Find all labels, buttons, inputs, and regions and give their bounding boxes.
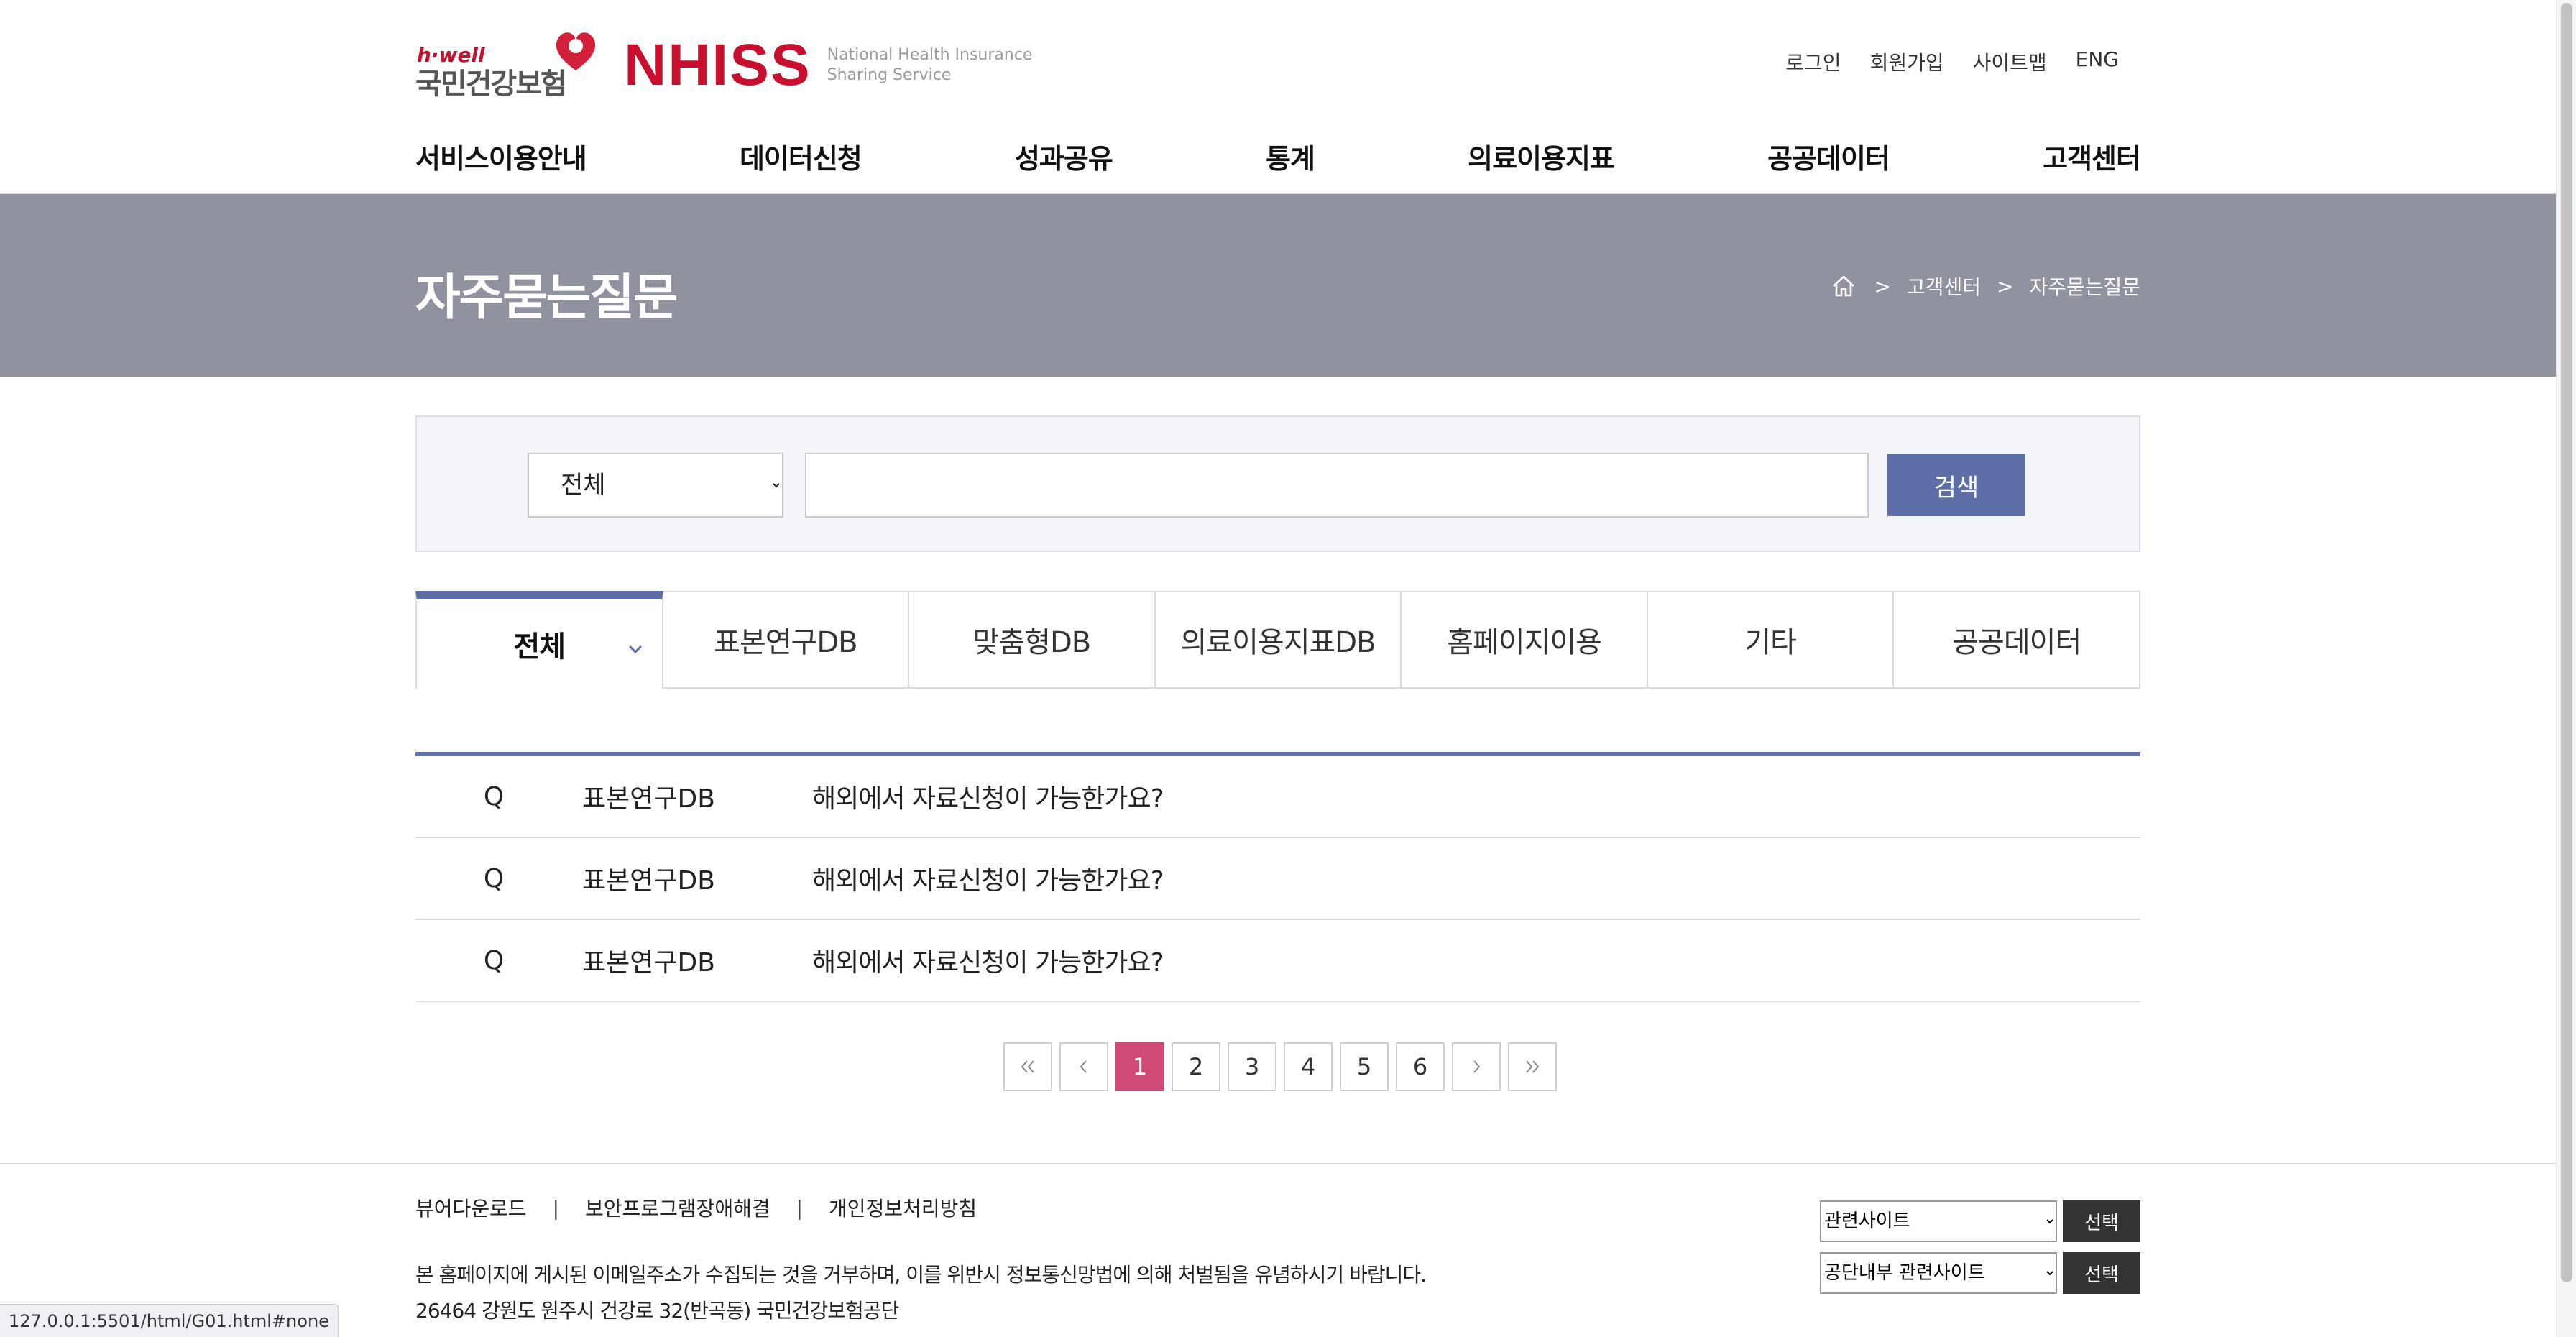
tab-medical-indicator-db[interactable]: 의료이용지표DB — [1155, 591, 1402, 689]
breadcrumb-separator: > — [1874, 274, 1891, 298]
related-sites-go-button[interactable]: 선택 — [2063, 1200, 2140, 1242]
heart-icon — [556, 32, 596, 70]
tab-public-data[interactable]: 공공데이터 — [1894, 591, 2141, 689]
faq-category: 표본연구DB — [582, 866, 715, 896]
faq-category: 표본연구DB — [582, 784, 715, 814]
page: h·well 국민건강보험 NHISS National Health Insu… — [0, 0, 2576, 1337]
logo-sub-line2: Sharing Service — [827, 66, 952, 84]
breadcrumb-customer-center[interactable]: 고객센터 — [1907, 272, 1981, 300]
site-logo[interactable]: h·well 국민건강보험 NHISS National Health Insu… — [415, 26, 1032, 105]
sitemap-link[interactable]: 사이트맵 — [1973, 47, 2047, 76]
search-box: 전체 검색 — [415, 415, 2140, 552]
hwell-logo: h·well 국민건강보험 — [415, 26, 602, 105]
faq-category-tabs: 전체 표본연구DB 맞춤형DB 의료이용지표DB 홈페이지이용 기타 공공데이터 — [415, 591, 2141, 689]
tab-all[interactable]: 전체 — [415, 591, 663, 689]
faq-row[interactable]: Q 표본연구DB 해외에서 자료신청이 가능한가요? — [415, 920, 2140, 1002]
chevron-right-icon — [1473, 1060, 1481, 1073]
english-link[interactable]: ENG — [2076, 47, 2119, 76]
main-nav: 서비스이용안내 데이터신청 성과공유 통계 의료이용지표 공공데이터 고객센터 — [415, 137, 2141, 176]
tab-sample-research-db[interactable]: 표본연구DB — [663, 591, 910, 689]
nhiss-logo-text: NHISS — [624, 32, 811, 98]
site-footer: 뷰어다운로드 | 보안프로그램장애해결 | 개인정보처리방침 본 홈페이지에 게… — [0, 1163, 2556, 1337]
home-icon[interactable] — [1829, 272, 1858, 300]
signup-link[interactable]: 회원가입 — [1870, 47, 1944, 76]
faq-q-mark: Q — [483, 781, 505, 812]
faq-question[interactable]: 해외에서 자료신청이 가능한가요? — [812, 778, 2140, 815]
page-button-1[interactable]: 1 — [1116, 1042, 1164, 1091]
faq-list: Q 표본연구DB 해외에서 자료신청이 가능한가요? Q 표본연구DB 해외에서… — [415, 752, 2140, 1002]
security-program-help-link[interactable]: 보안프로그램장애해결 — [585, 1193, 770, 1222]
search-category-select[interactable]: 전체 — [528, 453, 783, 518]
status-bar-url: 127.0.0.1:5501/html/G01.html#none — [0, 1304, 339, 1337]
page-button-4[interactable]: 4 — [1284, 1042, 1333, 1091]
pagination: 1 2 3 4 5 6 — [1003, 1042, 1557, 1091]
last-page-button[interactable] — [1508, 1042, 1557, 1091]
next-page-button[interactable] — [1452, 1042, 1501, 1091]
breadcrumb-current: 자주묻는질문 — [2029, 275, 2140, 299]
nav-data-request[interactable]: 데이터신청 — [740, 137, 862, 176]
logo-subtitle: National Health Insurance Sharing Servic… — [827, 45, 1033, 86]
footer-links: 뷰어다운로드 | 보안프로그램장애해결 | 개인정보처리방침 — [415, 1193, 977, 1222]
nav-public-data[interactable]: 공공데이터 — [1767, 137, 1890, 176]
tab-custom-db[interactable]: 맞춤형DB — [909, 591, 1156, 689]
scrollbar-thumb[interactable] — [2561, 3, 2572, 1282]
faq-q-mark: Q — [483, 945, 505, 975]
internal-sites-select[interactable]: 공단내부 관련사이트 — [1820, 1252, 2057, 1294]
breadcrumb: > 고객센터 > 자주묻는질문 — [1829, 272, 2140, 300]
logo-sub-line1: National Health Insurance — [827, 46, 1033, 64]
vertical-scrollbar[interactable] — [2556, 0, 2576, 1337]
faq-question[interactable]: 해외에서 자료신청이 가능한가요? — [812, 942, 2140, 979]
page-button-5[interactable]: 5 — [1340, 1042, 1389, 1091]
internal-sites-go-button[interactable]: 선택 — [2063, 1252, 2140, 1294]
nhis-korean-name: 국민건강보험 — [415, 68, 567, 101]
utility-menu: 로그인 회원가입 사이트맵 ENG — [1785, 47, 2119, 76]
first-page-button[interactable] — [1003, 1042, 1052, 1091]
faq-row[interactable]: Q 표본연구DB 해외에서 자료신청이 가능한가요? — [415, 756, 2140, 838]
privacy-policy-link[interactable]: 개인정보처리방침 — [829, 1193, 977, 1222]
nav-statistics[interactable]: 통계 — [1266, 137, 1315, 176]
faq-q-mark: Q — [483, 863, 505, 893]
page-title: 자주묻는질문 — [415, 270, 678, 326]
faq-category: 표본연구DB — [582, 948, 715, 978]
nav-medical-indicators[interactable]: 의료이용지표 — [1468, 137, 1615, 176]
faq-question[interactable]: 해외에서 자료신청이 가능한가요? — [812, 860, 2140, 897]
prev-page-button[interactable] — [1059, 1042, 1108, 1091]
page-title-band: 자주묻는질문 > 고객센터 > 자주묻는질문 — [0, 194, 2556, 377]
search-input[interactable] — [805, 453, 1869, 518]
double-chevron-left-icon — [1021, 1060, 1034, 1073]
double-chevron-right-icon — [1526, 1060, 1540, 1073]
site-header: h·well 국민건강보험 NHISS National Health Insu… — [0, 0, 2556, 194]
footer-address: 26464 강원도 원주시 건강로 32(반곡동) 국민건강보험공단 — [415, 1299, 899, 1323]
chevron-down-icon — [628, 645, 642, 654]
chevron-left-icon — [1080, 1060, 1087, 1073]
page-button-6[interactable]: 6 — [1396, 1042, 1445, 1091]
tab-label: 전체 — [513, 630, 566, 663]
faq-row[interactable]: Q 표본연구DB 해외에서 자료신청이 가능한가요? — [415, 838, 2140, 920]
nav-service-guide[interactable]: 서비스이용안내 — [415, 137, 587, 176]
nav-results-sharing[interactable]: 성과공유 — [1015, 137, 1113, 176]
footer-link-separator: | — [552, 1195, 559, 1220]
email-collection-notice: 본 홈페이지에 게시된 이메일주소가 수집되는 것을 거부하며, 이를 위반시 … — [415, 1263, 1427, 1287]
tab-homepage-use[interactable]: 홈페이지이용 — [1402, 591, 1648, 689]
footer-link-separator: | — [796, 1195, 804, 1220]
page-button-2[interactable]: 2 — [1172, 1042, 1220, 1091]
viewer-download-link[interactable]: 뷰어다운로드 — [415, 1193, 527, 1222]
search-button[interactable]: 검색 — [1887, 454, 2025, 516]
login-link[interactable]: 로그인 — [1785, 47, 1841, 76]
related-sites-select[interactable]: 관련사이트 — [1820, 1200, 2057, 1242]
page-button-3[interactable]: 3 — [1228, 1042, 1276, 1091]
breadcrumb-separator: > — [1996, 274, 2014, 298]
nav-customer-center[interactable]: 고객센터 — [2043, 137, 2141, 176]
tab-etc[interactable]: 기타 — [1647, 591, 1895, 689]
